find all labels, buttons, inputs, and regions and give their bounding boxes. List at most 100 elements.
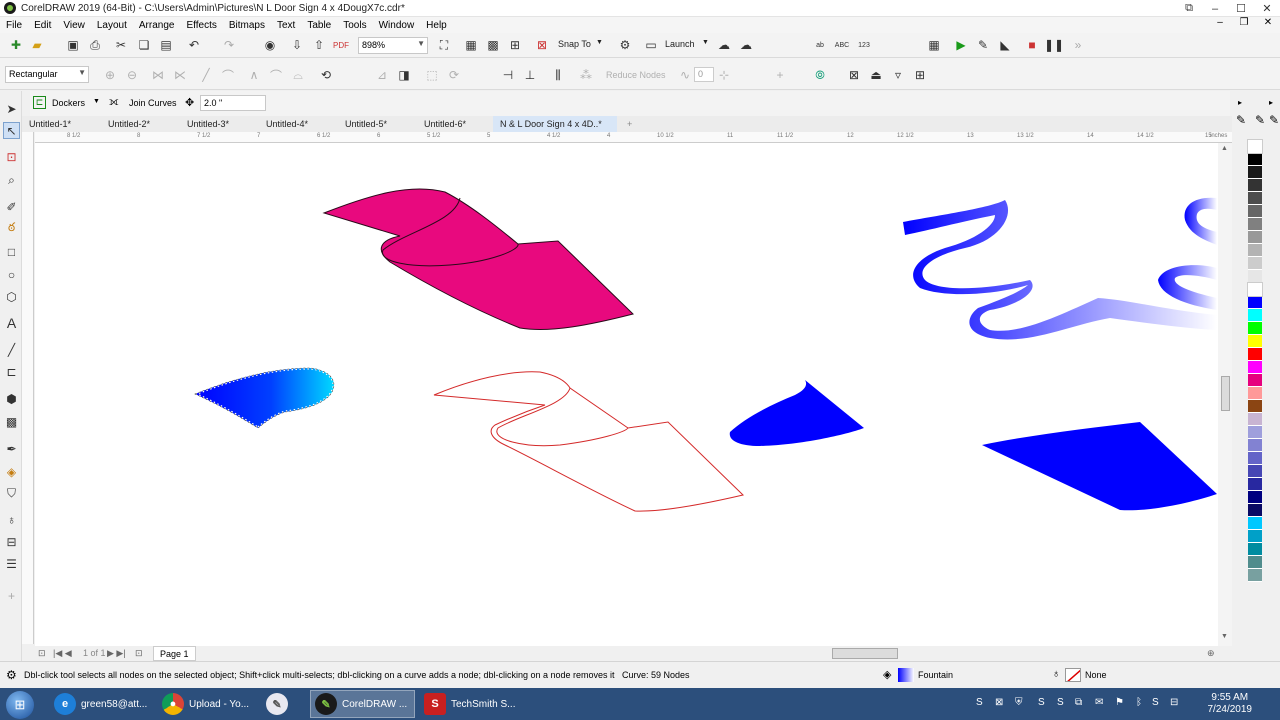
palette-swatch[interactable]	[1248, 491, 1262, 504]
undo-icon[interactable]: ↶	[186, 37, 202, 53]
selected-fountain-shape[interactable]	[191, 366, 336, 430]
ellipse-tool-icon[interactable]: ○	[3, 266, 20, 283]
snap-dropdown-arrow-icon[interactable]: ▼	[596, 39, 603, 46]
menu-window[interactable]: Window	[373, 20, 421, 31]
next-page-icon[interactable]: ▶ ▶|	[107, 648, 126, 659]
palette-swatch[interactable]	[1248, 478, 1262, 491]
dock-pen-icon[interactable]: ✎	[1236, 113, 1246, 127]
add-node-icon[interactable]: ⊕	[102, 67, 118, 83]
palette-swatch[interactable]	[1248, 452, 1262, 465]
text-tool-icon[interactable]: A	[3, 314, 20, 331]
new-document-icon[interactable]: ✚	[8, 37, 24, 53]
select-all-nodes-icon[interactable]: ⁂	[578, 67, 594, 83]
restore-window-icon[interactable]: ⧉	[1176, 0, 1202, 17]
taskbar-chrome[interactable]: ● Upload - Yo...	[158, 690, 258, 718]
macro-editor-icon[interactable]: ✎	[975, 37, 991, 53]
cloud-upload-icon[interactable]: ☁	[716, 37, 732, 53]
launch-dropdown[interactable]: Launch	[665, 39, 695, 49]
taskbar-techsmith[interactable]: S TechSmith S...	[420, 690, 522, 718]
align-nodes-icon[interactable]: ⊣	[500, 67, 516, 83]
tray-trash-icon[interactable]: ⊟	[1170, 697, 1178, 708]
outline-pen-icon[interactable]: ♁	[3, 511, 20, 528]
vertical-ruler[interactable]	[22, 132, 34, 644]
interactive-fill-icon[interactable]: ◈	[3, 463, 20, 480]
palette-swatch[interactable]	[1248, 257, 1262, 270]
calendar-icon[interactable]: ▦	[926, 37, 942, 53]
open-folder-icon[interactable]: ▰	[29, 37, 45, 53]
redo-icon[interactable]: ↷	[221, 37, 237, 53]
node-options-icon[interactable]: ▿	[890, 67, 906, 83]
doc-minimize-icon[interactable]: –	[1208, 17, 1232, 33]
cloud-download-icon[interactable]: ☁	[738, 37, 754, 53]
macro-icon[interactable]: ⦾	[812, 67, 828, 83]
smoothness-slider-icon[interactable]: ⊹	[716, 67, 732, 83]
node-transform-icon[interactable]: ⏏	[868, 67, 884, 83]
palette-swatch[interactable]	[1248, 426, 1262, 439]
artistic-media-icon[interactable]: ఠ	[3, 220, 20, 237]
status-gear-icon[interactable]: ⚙	[6, 668, 17, 682]
palette-swatch[interactable]	[1248, 530, 1262, 543]
run-macro-icon[interactable]: ▶	[953, 37, 969, 53]
tray-network-icon[interactable]: ⊠	[995, 697, 1003, 708]
text-abc-icon[interactable]: ab	[812, 37, 828, 53]
palette-swatch[interactable]	[1248, 179, 1262, 192]
minimize-button[interactable]: –	[1202, 0, 1228, 17]
zoom-level-select[interactable]: 898% ▼	[358, 37, 428, 54]
tab-untitled-1[interactable]: Untitled-1*	[22, 116, 78, 132]
crop-tool-icon[interactable]: ⊡	[3, 148, 20, 165]
taskbar-coreldraw[interactable]: ✎ CorelDRAW ...	[310, 690, 415, 718]
add-page-icon[interactable]: ⊡	[135, 648, 143, 659]
curve-smoothness-icon[interactable]: ∿	[677, 67, 693, 83]
show-guidelines-icon[interactable]: ⊞	[507, 37, 523, 53]
add-tool-icon[interactable]: +	[3, 587, 20, 604]
search-content-icon[interactable]: ◉	[262, 37, 278, 53]
launch-icon[interactable]: ▭	[643, 37, 659, 53]
rotate-nodes-icon[interactable]: ⟳	[446, 67, 462, 83]
palette-swatch[interactable]	[1248, 374, 1262, 387]
doc-restore-icon[interactable]: ❐	[1232, 17, 1256, 33]
add-icon[interactable]: +	[772, 67, 788, 83]
palette-swatch[interactable]	[1248, 387, 1262, 400]
palette-swatch[interactable]	[1248, 348, 1262, 361]
save-icon[interactable]: ▣	[65, 37, 81, 53]
palette-swatch[interactable]	[1248, 296, 1262, 309]
parallel-dimension-icon[interactable]: ╱	[3, 341, 20, 358]
show-rulers-icon[interactable]: ▦	[463, 37, 479, 53]
blue-ribbon-end-shape[interactable]	[1184, 197, 1217, 245]
dock-pen-icon-2[interactable]: ✎	[1255, 113, 1265, 127]
prev-page-icon[interactable]: |◀ ◀	[53, 648, 72, 659]
palette-swatch[interactable]	[1248, 543, 1262, 556]
import-icon[interactable]: ⇩	[289, 37, 305, 53]
dock-collapse-icon[interactable]: ▸	[1269, 98, 1273, 107]
tray-s3-icon[interactable]: S	[1152, 697, 1159, 708]
red-outline-shape[interactable]	[433, 371, 745, 512]
tab-untitled-4[interactable]: Untitled-4*	[259, 116, 315, 132]
transparency-tool-icon[interactable]: ▩	[3, 413, 20, 430]
palette-swatch[interactable]	[1248, 270, 1262, 283]
shape-tool-icon[interactable]: ↖	[3, 122, 20, 139]
menu-text[interactable]: Text	[271, 20, 301, 31]
outline-pen-status-icon[interactable]: ♁	[1052, 668, 1060, 680]
close-button[interactable]: ✕	[1254, 0, 1280, 17]
mirror-nodes-icon[interactable]: ⊥	[522, 67, 538, 83]
menu-edit[interactable]: Edit	[28, 20, 57, 31]
palette-swatch[interactable]	[1248, 517, 1262, 530]
palette-swatch[interactable]	[1248, 361, 1262, 374]
palette-swatch[interactable]	[1247, 139, 1263, 154]
vertical-scrollbar[interactable]: ▲ ▼	[1218, 143, 1232, 646]
reverse-direction-icon[interactable]: ⟲	[318, 67, 334, 83]
join-distance-input[interactable]: 2.0 "	[200, 95, 266, 111]
magenta-folded-shape[interactable]	[322, 188, 634, 330]
taskbar-ie[interactable]: e green58@att...	[50, 690, 154, 718]
cusp-node-icon[interactable]: ∧	[246, 67, 262, 83]
eyedropper-tool-icon[interactable]: ✒	[3, 440, 20, 457]
paste-icon[interactable]: ▤	[158, 37, 174, 53]
palette-swatch[interactable]	[1248, 465, 1262, 478]
drawing-canvas[interactable]	[35, 143, 1218, 646]
menu-tools[interactable]: Tools	[337, 20, 372, 31]
close-curve-icon[interactable]: ◨	[396, 67, 412, 83]
menu-layout[interactable]: Layout	[91, 20, 133, 31]
taskbar-paint[interactable]: ✎	[262, 690, 304, 718]
palette-swatch[interactable]	[1248, 205, 1262, 218]
tray-pdf-icon[interactable]: ⧉	[1075, 697, 1082, 708]
